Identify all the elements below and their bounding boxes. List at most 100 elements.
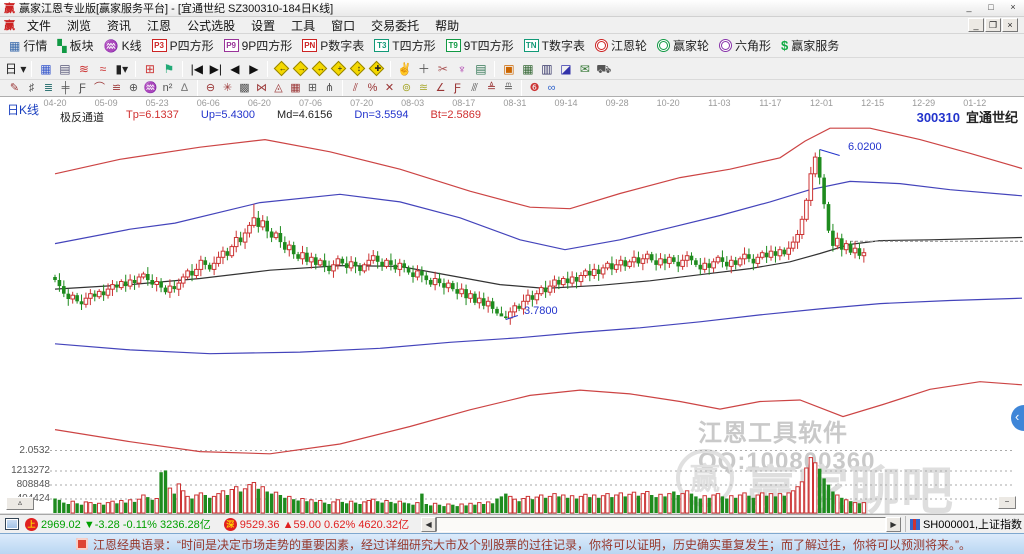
- toolbar-draw-band-button[interactable]: ≞: [501, 81, 516, 95]
- menu-9[interactable]: 交易委托: [363, 18, 427, 34]
- toolbar-draw-target-button[interactable]: ⊖: [203, 81, 218, 95]
- toolbar-draw-box-button[interactable]: ▩: [237, 81, 252, 95]
- toolbar-draw-time-ruler-button[interactable]: ╪: [58, 81, 73, 95]
- toolbar-draw-gold-line-button[interactable]: ≊: [416, 81, 431, 95]
- toolbar-last-bar-button[interactable]: ▶|: [207, 61, 224, 77]
- kline-chart-window[interactable]: 江恩工具软件 QQ:100800360 赢 赢家聊吧 日K线 04-2005-0…: [0, 96, 1024, 514]
- toolbar-diamond-vexpand-icon[interactable]: ✚: [369, 61, 385, 77]
- toolbar-draw-cycle-button[interactable]: ≌: [109, 81, 124, 95]
- toolbar-export-button[interactable]: ⛟: [595, 61, 612, 77]
- toolbar-hand-tool-button[interactable]: ✌: [396, 61, 413, 77]
- shenzhen-index-icon[interactable]: 深: [224, 518, 237, 531]
- toolbar-draw-channel-button[interactable]: ⫻: [467, 81, 482, 95]
- toolbar-draw-angle-button[interactable]: ∆: [177, 81, 192, 95]
- toolbar-notes-button[interactable]: ▥: [538, 61, 555, 77]
- toolbar-t-square-button[interactable]: T3T四方形: [369, 36, 440, 55]
- toolbar-measure-tool-button[interactable]: ✂: [434, 61, 451, 77]
- toolbar-draw-grid2-button[interactable]: ▦: [288, 81, 303, 95]
- toolbar-draw-fibo-button[interactable]: Ƒ: [75, 81, 90, 95]
- menu-7[interactable]: 工具: [283, 18, 323, 34]
- toolbar-period-daily-button[interactable]: 日 ▾: [5, 61, 26, 77]
- shenzhen-index-quote[interactable]: 9529.36 ▲59.00 0.62% 4620.32亿: [240, 516, 409, 532]
- menu-6[interactable]: 设置: [243, 18, 283, 34]
- toolbar-board-view-button[interactable]: ▦: [37, 61, 54, 77]
- toolbar-yinyang-6-button[interactable]: ❻: [527, 81, 542, 95]
- menu-4[interactable]: 江恩: [139, 18, 179, 34]
- toolbar-trend-line-red-button[interactable]: ≋: [75, 61, 92, 77]
- toolbar-diamond-vshrink-icon[interactable]: ↕: [350, 61, 366, 77]
- scroll-left-button[interactable]: ◀: [421, 517, 436, 532]
- toolbar-draw-circle-cross-button[interactable]: ⊕: [126, 81, 141, 95]
- toolbar-p-digit-table-button[interactable]: PNP数字表: [297, 36, 369, 55]
- toolbar-draw-rail-button[interactable]: ⊞: [305, 81, 320, 95]
- toolbar-draw-arc-button[interactable]: ⌒: [92, 81, 107, 95]
- toolbar-winner-service-button[interactable]: $赢家服务: [776, 36, 844, 55]
- scrollbar-track[interactable]: [436, 517, 886, 532]
- menu-3[interactable]: 资讯: [99, 18, 139, 34]
- maximize-icon[interactable]: □: [984, 2, 998, 14]
- toolbar-diamond-left-icon[interactable]: ←: [274, 61, 290, 77]
- toolbar-crosshair-tool-button[interactable]: ＋: [415, 61, 432, 77]
- mdi-restore-icon[interactable]: ❐: [985, 18, 1001, 32]
- toolbar-draw-reg-button[interactable]: ≜: [484, 81, 499, 95]
- minimize-icon[interactable]: _: [962, 2, 976, 14]
- toolbar-draw-f-line-button[interactable]: Ƒ: [450, 81, 465, 95]
- toolbar-save-button[interactable]: ◪: [557, 61, 574, 77]
- menu-2[interactable]: 浏览: [59, 18, 99, 34]
- toolbar-draw-fork-button[interactable]: ⋔: [322, 81, 337, 95]
- toolbar-mail-button[interactable]: ✉: [576, 61, 593, 77]
- menu-1[interactable]: 文件: [19, 18, 59, 34]
- toolbar-flag-tool-button[interactable]: ⚑: [160, 61, 177, 77]
- expand-pane-button[interactable]: ▵: [6, 497, 34, 510]
- close-icon[interactable]: ×: [1006, 2, 1020, 14]
- toolbar-draw-pct-line-button[interactable]: ✕: [382, 81, 397, 95]
- toolbar-candle-style-button[interactable]: ▮▾: [113, 61, 130, 77]
- toolbar-draw-wave-button[interactable]: ♒: [143, 81, 158, 95]
- shanghai-index-quote[interactable]: 2969.02 ▼-3.28 -0.11% 3236.28亿: [41, 516, 211, 532]
- toolbar-quotes-button[interactable]: ▦行情: [4, 36, 52, 55]
- toolbar-draw-speed-line-button[interactable]: ∠: [433, 81, 448, 95]
- toolbar-winner-wheel-button[interactable]: 赢家轮: [652, 36, 714, 55]
- toolbar-calculator-button[interactable]: ▦: [519, 61, 536, 77]
- toolbar-hexagon-button[interactable]: 六角形: [714, 36, 776, 55]
- toolbar-trend-line2-button[interactable]: ≈: [94, 61, 111, 77]
- toolbar-prev-bar-button[interactable]: ◀: [226, 61, 243, 77]
- candlestick-chart[interactable]: [0, 97, 1024, 514]
- mdi-close-icon[interactable]: ×: [1002, 18, 1018, 32]
- toolbar-draw-n2-button[interactable]: n²: [160, 81, 175, 95]
- shanghai-index-icon[interactable]: 上: [25, 518, 38, 531]
- mdi-minimize-icon[interactable]: _: [968, 18, 984, 32]
- toolbar-gann-hat-button[interactable]: ♆: [453, 61, 470, 77]
- toolbar-kline-button[interactable]: ♒K线: [99, 36, 147, 55]
- toolbar-draw-pencil-button[interactable]: ✎: [7, 81, 22, 95]
- quote-grid-icon[interactable]: [5, 518, 19, 530]
- scroll-right-button[interactable]: ▶: [886, 517, 901, 532]
- toolbar-sectors-button[interactable]: ▚板块: [52, 36, 98, 55]
- toolbar-t-digit-table-button[interactable]: TNT数字表: [519, 36, 590, 55]
- toolbar-infinity-button[interactable]: ∞: [544, 81, 559, 95]
- toolbar-restore-view-button[interactable]: ⊞: [141, 61, 158, 77]
- menu-10[interactable]: 帮助: [427, 18, 467, 34]
- current-index-label[interactable]: SH000001,上证指数: [905, 516, 1022, 532]
- toolbar-9t-square-button[interactable]: T99T四方形: [441, 36, 519, 55]
- toolbar-draw-star-button[interactable]: ✳: [220, 81, 235, 95]
- toolbar-draw-bowtie-button[interactable]: ⋈: [254, 81, 269, 95]
- toolbar-p-square-button[interactable]: P3P四方形: [147, 36, 219, 55]
- toolbar-draw-lines-fan-button[interactable]: ⫽: [348, 81, 363, 95]
- toolbar-next-bar-button[interactable]: ▶: [245, 61, 262, 77]
- toolbar-draw-hatch-button[interactable]: ♯: [24, 81, 39, 95]
- toolbar-first-bar-button[interactable]: |◀: [188, 61, 205, 77]
- toolbar-abacus-button[interactable]: ▤: [472, 61, 489, 77]
- toolbar-quote-list-button[interactable]: ▤: [56, 61, 73, 77]
- toolbar-draw-tri-button[interactable]: ◬: [271, 81, 286, 95]
- toolbar-draw-gann-grid-button[interactable]: ≣: [41, 81, 56, 95]
- menu-5[interactable]: 公式选股: [179, 18, 243, 34]
- toolbar-draw-pct-button[interactable]: %: [365, 81, 380, 95]
- toolbar-diamond-hexpand-icon[interactable]: +: [331, 61, 347, 77]
- toolbar-draw-gold-circle-button[interactable]: ⊚: [399, 81, 414, 95]
- horizontal-scrollbar[interactable]: ◀ ▶: [421, 517, 901, 532]
- menu-8[interactable]: 窗口: [323, 18, 363, 34]
- minimize-pane-button[interactable]: −: [998, 496, 1016, 509]
- toolbar-9p-square-button[interactable]: P99P四方形: [219, 36, 298, 55]
- toolbar-diamond-right-icon[interactable]: →: [293, 61, 309, 77]
